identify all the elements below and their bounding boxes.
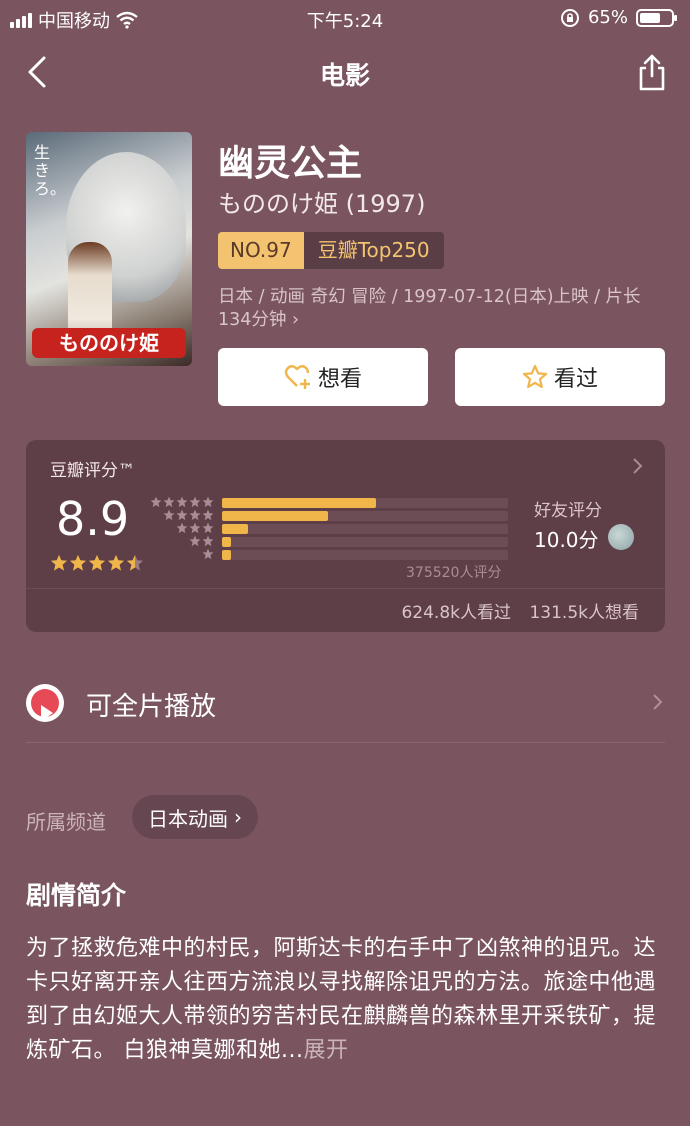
play-full-movie-row[interactable]: 可全片播放	[26, 672, 665, 732]
histogram-stars	[189, 535, 214, 547]
star-icon	[163, 496, 175, 508]
share-icon[interactable]	[634, 52, 670, 92]
histogram-stars	[163, 509, 214, 521]
star-icon	[163, 509, 175, 521]
histogram-bar	[222, 524, 248, 534]
rating-score: 8.9	[56, 492, 130, 546]
seen-label: 看过	[553, 367, 598, 392]
star-icon	[202, 548, 214, 560]
page-title: 电影	[319, 61, 370, 90]
histogram-bar	[222, 511, 328, 521]
synopsis-text: 为了拯救危难中的村民，阿斯达卡的右手中了凶煞神的诅咒。达卡只好离开亲人往西方流浪…	[26, 932, 666, 1068]
star-icon	[202, 535, 214, 547]
rank-number: NO.97	[218, 232, 304, 269]
histogram-row	[156, 535, 508, 548]
movie-poster[interactable]: 生きろ。 もののけ姫	[26, 132, 192, 366]
play-icon	[26, 684, 64, 722]
histogram-bar-track	[222, 524, 508, 534]
histogram-bar	[222, 498, 377, 508]
channel-tag-label: 日本动画	[148, 806, 228, 831]
histogram-row	[156, 509, 508, 522]
star-icon	[189, 509, 201, 521]
nav-bar: 电影	[0, 48, 690, 96]
watched-count: 624.8k人看过	[401, 603, 511, 623]
star-icon	[107, 554, 125, 571]
star-icon	[150, 496, 162, 508]
star-icon	[202, 509, 214, 521]
histogram-stars	[202, 548, 214, 560]
synopsis-title: 剧情简介	[26, 881, 127, 910]
star-icon	[189, 522, 201, 534]
star-icon	[176, 509, 188, 521]
histogram-stars	[176, 522, 214, 534]
top250-badge[interactable]: NO.97 豆瓣Top250	[218, 232, 444, 269]
chevron-right-icon	[633, 458, 643, 474]
histogram-bar-track	[222, 498, 508, 508]
status-bar: 中国移动 下午5:24 65%	[0, 0, 690, 36]
star-icon	[176, 522, 188, 534]
divider	[26, 742, 665, 743]
star-icon	[176, 496, 188, 508]
rank-list-name: 豆瓣Top250	[303, 232, 444, 269]
histogram-bar-track	[222, 511, 508, 521]
star-icon	[202, 522, 214, 534]
star-icon	[50, 554, 68, 571]
rating-label: 豆瓣评分™	[50, 461, 135, 481]
want-to-watch-button[interactable]: 想看	[218, 348, 428, 406]
poster-logo: もののけ姫	[32, 328, 186, 358]
rating-histogram	[150, 496, 508, 561]
chevron-right-icon: ›	[234, 805, 242, 829]
play-label: 可全片播放	[86, 692, 217, 722]
divider	[26, 588, 665, 589]
histogram-bar-track	[222, 550, 508, 560]
movie-meta[interactable]: 日本 / 动画 奇幻 冒险 / 1997-07-12(日本)上映 / 片长 13…	[218, 286, 668, 332]
histogram-bar-track	[222, 537, 508, 547]
histogram-row	[156, 548, 508, 561]
want-label: 想看	[317, 367, 362, 392]
rating-card[interactable]: 豆瓣评分™ 8.9 375520人评分 好友评分 10.0分 624.8k人看过…	[26, 440, 665, 632]
movie-title: 幽灵公主	[218, 143, 363, 184]
heart-plus-icon	[284, 365, 310, 389]
star-icon	[202, 496, 214, 508]
histogram-bar	[222, 550, 231, 560]
star-icon	[189, 535, 201, 547]
rating-count: 375520人评分	[406, 565, 502, 581]
histogram-row	[150, 496, 508, 509]
histogram-stars	[150, 496, 214, 508]
orientation-lock-icon	[560, 8, 579, 27]
rating-stars	[50, 554, 144, 572]
channel-label: 所属频道	[26, 810, 106, 834]
histogram-bar	[222, 537, 231, 547]
friend-rating-score: 10.0分	[534, 528, 599, 552]
histogram-row	[156, 522, 508, 535]
poster-tagline: 生きろ。	[34, 143, 67, 198]
chevron-right-icon	[653, 694, 663, 710]
star-icon	[126, 554, 144, 571]
star-icon	[88, 554, 106, 571]
battery-percent: 65%	[587, 7, 628, 28]
star-outline-icon	[522, 364, 548, 389]
watched-button[interactable]: 看过	[455, 348, 665, 406]
star-icon	[189, 496, 201, 508]
movie-original-title: もののけ姫 (1997)	[218, 190, 426, 218]
friend-avatar[interactable]	[608, 524, 634, 550]
expand-link[interactable]: 展开	[303, 1038, 348, 1063]
star-icon	[69, 554, 87, 571]
channel-tag[interactable]: 日本动画 ›	[132, 795, 258, 839]
meta-line-2: 134分钟 ›	[218, 310, 299, 330]
wants-count: 131.5k人想看	[529, 603, 639, 623]
chevron-right-icon: ›	[291, 310, 299, 330]
battery-icon	[636, 8, 677, 27]
meta-line-1: 日本 / 动画 奇幻 冒险 / 1997-07-12(日本)上映 / 片长	[218, 287, 641, 307]
friend-rating-label: 好友评分	[534, 501, 602, 521]
